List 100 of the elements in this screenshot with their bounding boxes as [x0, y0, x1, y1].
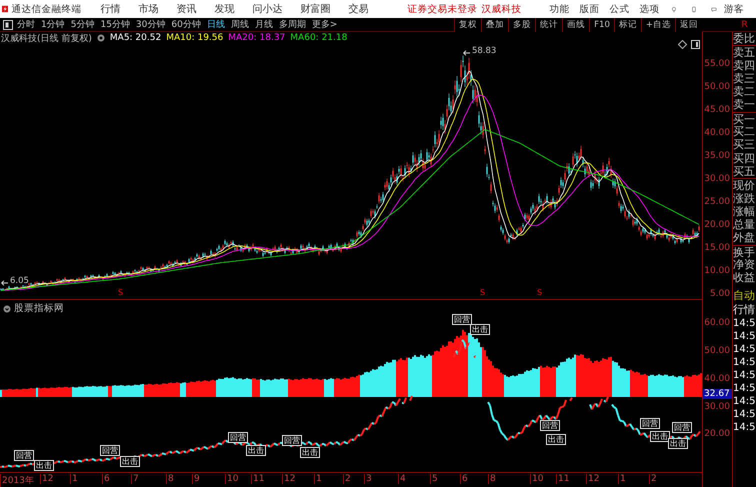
tick-time: 14:5: [733, 420, 756, 434]
signal-label: 出击: [546, 434, 566, 445]
gear-icon[interactable]: [3, 304, 11, 312]
signal-label: 出击: [470, 324, 490, 335]
gear-icon[interactable]: [96, 34, 105, 42]
price-axis-label: 30.00: [704, 174, 730, 184]
menu-item[interactable]: 发现: [214, 2, 234, 16]
time-axis-label: 1: [314, 474, 322, 484]
price-axis-label: 25.00: [704, 197, 730, 207]
signal-marker: S: [537, 288, 542, 297]
tick-time: 14:5: [733, 356, 756, 369]
toolbar-button[interactable]: F10: [589, 18, 614, 32]
menu-item[interactable]: 选项: [639, 2, 660, 16]
time-axis-label: 6: [460, 474, 468, 484]
indicator-axis-label: 50.00: [704, 346, 730, 356]
stock-title: 汉威科技(日线 前复权): [1, 32, 92, 44]
toolbar-button[interactable]: 叠加: [481, 18, 508, 32]
quote-field-label: 卖五: [733, 45, 756, 59]
period-tab[interactable]: 月线: [254, 18, 273, 31]
panel-toggle-icon[interactable]: [3, 20, 13, 30]
period-tab[interactable]: 60分钟: [171, 18, 201, 31]
tick-time: 14:5: [733, 330, 756, 343]
tick-time: 14:5: [733, 394, 756, 408]
period-tab[interactable]: 30分钟: [136, 18, 166, 31]
quote-field-label: 买一: [733, 112, 756, 126]
signal-label: 回营: [672, 422, 692, 433]
phone-icon[interactable]: [691, 4, 698, 14]
time-axis-label: 10: [225, 474, 238, 484]
price-axis-label: 20.00: [704, 220, 730, 230]
quote-field-label: 卖三: [733, 72, 756, 86]
toolbar-button[interactable]: 画线: [562, 18, 590, 32]
high-price-label: 58.83: [472, 46, 496, 56]
time-axis-label: 1: [618, 474, 626, 484]
panel-toggle-icon[interactable]: [691, 40, 700, 49]
menu-item[interactable]: 行情: [100, 2, 120, 16]
time-axis-label: 9: [192, 474, 200, 484]
price-axis-label: 15.00: [704, 243, 730, 253]
time-axis-label: 4: [398, 474, 406, 484]
time-axis-label: 3: [364, 474, 372, 484]
moving-average-value: MA60: 21.18: [290, 33, 348, 43]
time-axis-label: 6: [102, 474, 110, 484]
signal-label: 出击: [650, 431, 670, 442]
menu-item[interactable]: 市场: [138, 2, 158, 16]
price-axis-label: 40.00: [704, 128, 730, 138]
toolbar-button[interactable]: 复权: [454, 18, 482, 32]
menu-item[interactable]: 财富圈: [300, 2, 330, 16]
time-axis-label: 1: [70, 474, 78, 484]
menu-item[interactable]: 版面: [579, 2, 600, 16]
signal-label: 回营: [14, 450, 34, 461]
pointer-arrow-icon: [463, 50, 470, 56]
toolbar-button[interactable]: 多股: [508, 18, 536, 32]
period-tab[interactable]: 周线: [230, 18, 249, 31]
diamond-icon[interactable]: [678, 40, 687, 49]
quote-field-label: 净资: [733, 258, 756, 272]
side-header-label[interactable]: R: [733, 20, 756, 30]
period-tab[interactable]: 更多>: [312, 18, 338, 31]
signal-label: 出击: [34, 460, 54, 471]
menu-item[interactable]: 资讯: [176, 2, 196, 16]
period-tab[interactable]: 多周期: [278, 18, 306, 31]
time-axis-label: 7: [131, 474, 139, 484]
quote-field-label: 卖二: [733, 85, 756, 98]
menu-item[interactable]: 公式: [609, 2, 630, 16]
price-axis-label: 45.00: [704, 105, 730, 115]
toolbar-button[interactable]: +自选: [640, 18, 675, 32]
time-axis-label: 8: [488, 474, 496, 484]
menu-item[interactable]: 交易: [348, 2, 368, 16]
period-tab[interactable]: 1分钟: [41, 18, 65, 31]
period-tab[interactable]: 5分钟: [70, 18, 94, 31]
indicator-title: 股票指标网: [14, 302, 64, 315]
tick-time: 14:5: [733, 316, 756, 330]
signal-label: 出击: [668, 438, 688, 449]
status-text: 证券交易未登录: [407, 2, 478, 16]
quote-field-label: 涨幅: [733, 204, 756, 218]
user-label[interactable]: 游客: [724, 2, 744, 16]
time-axis-label: 10: [530, 474, 544, 484]
pointer-arrow-icon: [1, 280, 8, 286]
status-text[interactable]: 汉威科技: [481, 2, 522, 16]
toolbar-button[interactable]: 统计: [535, 18, 562, 32]
quote-field-label: 买二: [733, 125, 756, 138]
mode-label[interactable]: 自动: [733, 288, 756, 303]
period-tab[interactable]: 分时: [17, 18, 35, 31]
time-axis-label: 12: [282, 474, 296, 484]
period-tab[interactable]: 15分钟: [100, 18, 130, 31]
indicator-axis-label: 20.00: [704, 429, 730, 439]
signal-marker: S: [480, 288, 486, 297]
signal-label: 出击: [120, 456, 140, 467]
signal-label: 回营: [640, 418, 660, 429]
toolbar-button[interactable]: 返回: [675, 18, 702, 32]
quote-field-label: 现价: [733, 178, 756, 192]
quote-field-label: 外盘: [733, 231, 756, 245]
menu-item[interactable]: 问小达: [252, 2, 282, 16]
signal-marker: S: [118, 288, 124, 297]
menu-item[interactable]: 功能: [549, 2, 570, 16]
low-price-label: 6.05: [10, 276, 29, 286]
time-axis-label: 2: [649, 474, 657, 484]
period-tab[interactable]: 日线: [206, 18, 225, 31]
tick-time: 14:5: [733, 342, 756, 356]
signal-label: 出击: [300, 447, 320, 458]
tick-time: 14:5: [733, 382, 756, 395]
signal-label: 回营: [100, 445, 120, 456]
